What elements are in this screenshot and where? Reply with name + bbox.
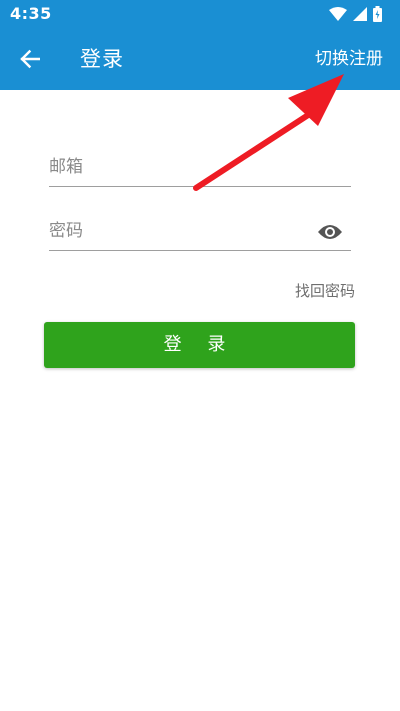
arrow-left-icon [20,49,40,69]
battery-icon [373,6,382,22]
email-input[interactable] [49,150,299,184]
login-screen: 4:35 登录 切换注册 邮箱 找回密码 登 录 [0,0,400,711]
status-time: 4:35 [10,4,52,23]
eye-icon[interactable] [317,222,343,242]
password-input[interactable] [49,214,299,248]
back-button[interactable] [14,43,46,75]
status-icons [329,5,382,23]
password-field [49,214,351,251]
switch-register-button[interactable]: 切换注册 [315,48,383,70]
email-field [49,150,351,187]
forgot-password-link[interactable]: 找回密码 [295,280,355,301]
page-title: 登录 [80,47,124,71]
app-bar: 登录 切换注册 [0,28,400,90]
status-bar: 4:35 [0,0,400,28]
wifi-icon [329,7,347,21]
login-button[interactable]: 登 录 [44,322,355,368]
signal-icon [353,7,367,21]
